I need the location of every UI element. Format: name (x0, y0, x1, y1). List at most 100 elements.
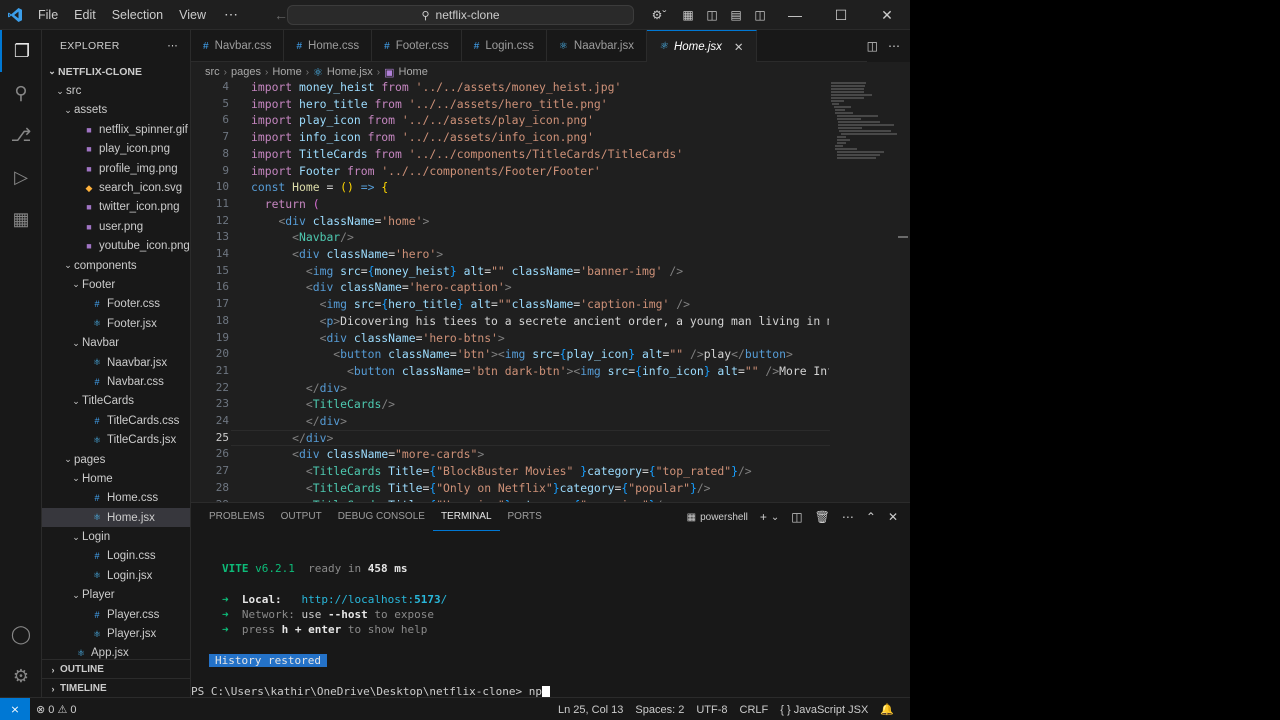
tree-item[interactable]: ⚛ Home.jsx (42, 507, 190, 528)
tree-item[interactable]: # Footer.css (42, 295, 190, 314)
code-editor[interactable]: 4 5 6 7 8 9 10 11 12 13 14 15 16 17 18 19 20 21 22 23 24 25 26… (191, 82, 910, 502)
source-control-icon[interactable]: ⎇ (0, 114, 42, 156)
timeline-section[interactable]: › TIMELINE (42, 678, 190, 697)
tree-item[interactable]: ⚛ Footer.jsx (42, 314, 190, 333)
code-line[interactable]: <div className="more-cards"> (251, 446, 484, 463)
close-tab-icon[interactable]: ✕ (734, 40, 744, 54)
customize-layout-icon[interactable]: ▦ (676, 0, 700, 30)
tree-item[interactable]: ◆ search_icon.svg (42, 178, 190, 197)
panel-more-icon[interactable]: ⋯ (842, 510, 854, 524)
code-line[interactable]: <TitleCards Title={"Only on Netflix"}cat… (251, 480, 711, 497)
tree-item[interactable]: ■ netflix_spinner.gif (42, 120, 190, 139)
tree-item[interactable]: ■ user.png (42, 217, 190, 236)
tree-item[interactable]: ■ youtube_icon.png (42, 237, 190, 256)
code-line[interactable]: <TitleCards Title={"BlockBuster Movies" … (251, 463, 752, 480)
tree-item[interactable]: ⌄ NETFLIX-CLONE (42, 62, 190, 81)
code-line[interactable]: </div> (251, 413, 347, 430)
new-terminal-icon[interactable]: + (760, 510, 767, 524)
tree-item[interactable]: ■ twitter_icon.png (42, 198, 190, 217)
kill-terminal-icon[interactable]: 🗑 (815, 510, 830, 524)
tree-item[interactable]: ⚛ Login.jsx (42, 566, 190, 585)
close-window-button[interactable]: ✕ (864, 0, 910, 30)
breadcrumb-item[interactable]: Home (399, 66, 428, 78)
breadcrumb-item[interactable]: src (205, 66, 220, 78)
tree-item[interactable]: ⌄ TitleCards (42, 392, 190, 411)
code-line[interactable]: <div className='hero-caption'> (251, 279, 512, 296)
panel-tab-problems[interactable]: PROBLEMS (201, 503, 273, 531)
code-line[interactable]: </div> (251, 380, 347, 397)
tree-item[interactable]: # TitleCards.css (42, 411, 190, 430)
tree-item[interactable]: ■ play_icon.png (42, 140, 190, 159)
split-terminal-icon[interactable]: ◫ (791, 510, 802, 524)
code-line[interactable]: import play_icon from '../../assets/play… (251, 112, 594, 129)
tab-navbar-css[interactable]: # Navbar.css (191, 30, 285, 62)
close-panel-icon[interactable]: ✕ (888, 510, 898, 524)
language-mode[interactable]: { } JavaScript JSX (774, 704, 874, 716)
back-arrow-icon[interactable]: ← (274, 7, 288, 23)
outline-section[interactable]: › OUTLINE (42, 659, 190, 679)
code-line[interactable]: <button className = 'btn dark-btn'><img sr… (251, 363, 829, 380)
tree-item[interactable]: # Navbar.css (42, 372, 190, 391)
problems-count[interactable]: ⊗ 0 ⚠ 0 (30, 703, 82, 716)
tree-item[interactable]: ⚛ TitleCards.jsx (42, 430, 190, 449)
tab-login-css[interactable]: # Login.css (462, 30, 547, 62)
account-icon[interactable]: ◯ (0, 613, 42, 655)
tree-item[interactable]: ⚛ Naavbar.jsx (42, 353, 190, 372)
menu-edit[interactable]: Edit (66, 0, 104, 30)
code-line[interactable]: <TitleCards/> (251, 396, 395, 413)
tree-item[interactable]: ⚛ Player.jsx (42, 624, 190, 643)
tree-item[interactable]: ⌄ pages (42, 450, 190, 469)
breadcrumb-item[interactable]: Home.jsx (327, 66, 373, 78)
maximize-button[interactable]: ☐ (818, 0, 864, 30)
code-line[interactable]: <Navbar/> (251, 229, 354, 246)
breadcrumb-item[interactable]: Home (272, 66, 301, 78)
code-line[interactable]: import Footer from '../../components/Foo… (251, 163, 601, 180)
toggle-panel-icon[interactable]: ▤ (724, 0, 748, 30)
code-line[interactable]: <div className='hero-btns'> (251, 330, 505, 347)
explorer-more-icon[interactable]: ⋯ (167, 40, 178, 52)
local-url[interactable]: http://localhost:5173/ (302, 593, 448, 606)
breadcrumb-item[interactable]: pages (231, 66, 261, 78)
search-view-icon[interactable]: ⚲ (0, 72, 42, 114)
tree-item[interactable]: ⌄ Navbar (42, 333, 190, 352)
panel-tab-ports[interactable]: PORTS (500, 503, 550, 531)
toggle-sidebar-icon[interactable]: ◫ (700, 0, 724, 30)
code-area[interactable]: import money_heist from '../../assets/mo… (251, 82, 829, 502)
code-line[interactable]: import info_icon from '../../assets/info… (251, 129, 594, 146)
code-line[interactable]: const Home = () => { (251, 179, 388, 196)
panel-tab-terminal[interactable]: TERMINAL (432, 503, 500, 531)
tree-item[interactable]: ⌄ assets (42, 101, 190, 120)
shell-name[interactable]: powershell (700, 512, 748, 523)
command-center-search[interactable]: ⚲ netflix-clone (287, 5, 634, 25)
menu-selection[interactable]: Selection (104, 0, 171, 30)
code-line[interactable]: <img src={money_heist} alt="" className=… (251, 263, 683, 280)
tree-item[interactable]: # Home.css (42, 489, 190, 508)
menu-file[interactable]: File (30, 0, 66, 30)
code-line[interactable]: <img src={hero_title} alt=""className='c… (251, 296, 690, 313)
explorer-icon[interactable]: ❐ (0, 30, 42, 72)
toggle-secondary-sidebar-icon[interactable]: ◫ (748, 0, 772, 30)
minimize-button[interactable]: — (772, 0, 818, 30)
maximize-panel-icon[interactable]: ⌃ (866, 510, 876, 524)
panel-tab-output[interactable]: OUTPUT (273, 503, 330, 531)
tree-item[interactable]: # Login.css (42, 547, 190, 566)
tree-item[interactable]: ⌄ Home (42, 469, 190, 488)
cursor-position[interactable]: Ln 25, Col 13 (552, 704, 629, 716)
tree-item[interactable]: ⌄ Player (42, 586, 190, 605)
copilot-icon[interactable]: ⚙ˇ (642, 0, 676, 30)
tree-item[interactable]: ■ profile_img.png (42, 159, 190, 178)
editor-more-icon[interactable]: ⋯ (888, 39, 900, 53)
tree-item[interactable]: ⌄ src (42, 81, 190, 100)
tree-item[interactable]: ⌄ Login (42, 527, 190, 546)
manage-gear-icon[interactable]: ⚙ (0, 655, 42, 697)
tab-naavbar-jsx[interactable]: ⚛ Naavbar.jsx (547, 30, 647, 62)
menu-more-icon[interactable]: ⋯ (214, 6, 248, 23)
extensions-icon[interactable]: ▦ (0, 198, 42, 240)
code-line[interactable]: <p>Dicovering his tiees to a secrete anc… (251, 313, 829, 330)
tree-item[interactable]: ⌄ components (42, 256, 190, 275)
code-line[interactable]: import money_heist from '../../assets/mo… (251, 82, 621, 96)
tab-home-jsx[interactable]: ⚛ Home.jsx ✕ (646, 30, 757, 62)
remote-indicator-icon[interactable]: ⨯ (0, 697, 30, 720)
terminal-input[interactable]: np (529, 685, 542, 697)
prompt-line[interactable]: PS C:\Users\kathir\OneDrive\Desktop\netf… (191, 684, 551, 697)
